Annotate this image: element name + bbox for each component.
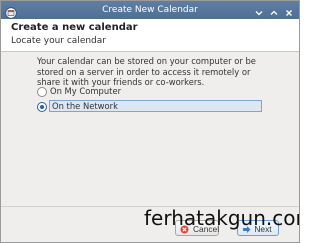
option-label[interactable]: On the Network [49,100,262,112]
dialog-window: Create New Calendar Create a new calenda… [0,0,300,243]
titlebar: Create New Calendar [1,1,299,19]
chevron-down-icon[interactable] [253,4,265,16]
close-icon[interactable] [283,4,295,16]
chevron-up-icon[interactable] [268,4,280,16]
option-on-the-network[interactable]: On the Network [37,100,262,113]
page-subtitle: Locate your calendar [11,36,106,46]
description-text: Your calendar can be stored on your comp… [37,56,256,88]
radio-button[interactable] [37,87,47,97]
page-title: Create a new calendar [11,22,138,33]
option-label[interactable]: On My Computer [50,86,121,97]
wizard-header: Create a new calendar Locate your calend… [1,19,299,52]
watermark-text: ferhatakgun.com [144,206,300,230]
option-on-my-computer[interactable]: On My Computer [37,86,157,98]
radio-button-checked[interactable] [37,102,47,112]
